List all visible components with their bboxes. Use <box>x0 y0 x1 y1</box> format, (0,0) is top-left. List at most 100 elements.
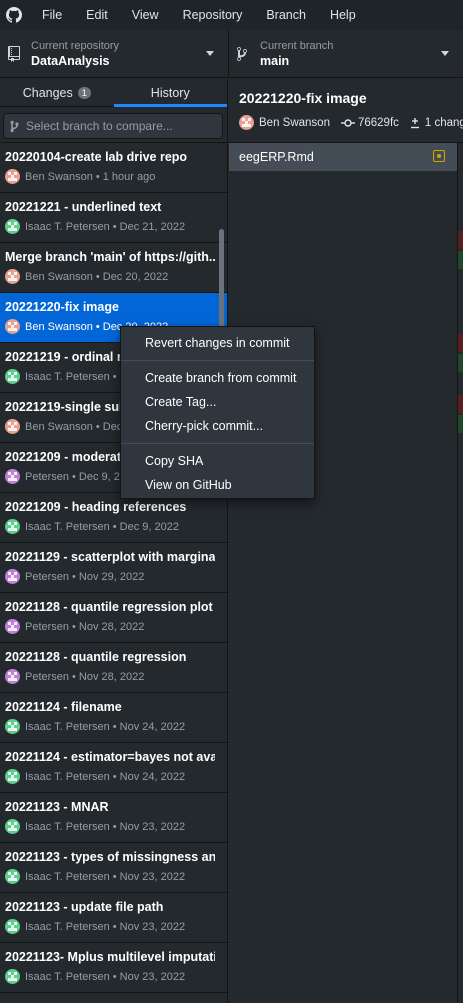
changed-files-list: eegERP.Rmd <box>229 143 458 1003</box>
commit-row[interactable]: 20221221 - underlined text Isaac T. Peter… <box>0 193 227 243</box>
menu-item-view-on-github[interactable]: View on GitHub <box>121 473 314 497</box>
commit-time: Nov 23, 2022 <box>119 870 186 883</box>
commit-row[interactable]: 20221128 - quantile regression Petersen •… <box>0 643 227 693</box>
commit-row[interactable]: 20221123 - MNAR Isaac T. Petersen • Nov 2… <box>0 793 227 843</box>
current-repository-button[interactable]: Current repository DataAnalysis <box>0 30 229 78</box>
commit-detail-title: 20221220-fix image <box>239 90 367 106</box>
commit-detail-header: 20221220-fix image Ben Swanson 76629fc 1… <box>229 79 463 143</box>
avatar <box>5 219 20 234</box>
avatar <box>5 319 20 334</box>
menu-view[interactable]: View <box>120 0 171 30</box>
commit-row[interactable]: Merge branch 'main' of https://gith... Be… <box>0 243 227 293</box>
menu-item-create-branch[interactable]: Create branch from commit <box>121 366 314 390</box>
avatar <box>5 569 20 584</box>
menu-repository[interactable]: Repository <box>171 0 255 30</box>
commit-meta: Ben Swanson • 1 hour ago <box>5 169 220 184</box>
avatar <box>5 269 20 284</box>
menu-help[interactable]: Help <box>318 0 368 30</box>
commit-title: 20221221 - underlined text <box>5 200 162 214</box>
commit-meta: Isaac T. Petersen • Nov 23, 2022 <box>5 919 220 934</box>
menu-edit[interactable]: Edit <box>74 0 120 30</box>
commit-time: Nov 24, 2022 <box>119 720 186 733</box>
branch-icon <box>10 120 19 133</box>
current-branch-button[interactable]: Current branch main <box>229 30 463 78</box>
diff-added-marker <box>458 354 463 372</box>
commit-title: 20221209 - heading references <box>5 500 187 514</box>
avatar <box>5 369 20 384</box>
commit-title: 20221128 - quantile regression plot <box>5 600 213 614</box>
commit-author: Ben Swanson <box>25 270 93 283</box>
commit-author: Isaac T. Petersen <box>25 970 110 983</box>
menu-divider <box>121 443 314 444</box>
commit-author: Isaac T. Petersen <box>25 220 110 233</box>
commit-row[interactable]: 20221123 - update file path Isaac T. Pete… <box>0 893 227 943</box>
menu-branch[interactable]: Branch <box>254 0 318 30</box>
menu-divider <box>121 360 314 361</box>
commit-row[interactable]: 20220104-create lab drive repo Ben Swanso… <box>0 143 227 193</box>
avatar <box>5 819 20 834</box>
meta-separator: • <box>72 620 76 633</box>
commit-time: Nov 24, 2022 <box>119 770 186 783</box>
tab-history[interactable]: History <box>113 79 228 107</box>
menu-item-create-tag[interactable]: Create Tag... <box>121 390 314 414</box>
meta-separator: • <box>72 470 76 483</box>
compare-branch-input[interactable]: Select branch to compare... <box>3 113 223 139</box>
commit-row[interactable]: 20221129 - scatterplot with marginal... P… <box>0 543 227 593</box>
commit-detail-meta: Ben Swanson 76629fc 1 change <box>239 115 463 130</box>
commit-row[interactable]: 20221123- Mplus multilevel imputati... Is… <box>0 943 227 993</box>
history-sidebar: Changes 1 History Select branch to compa… <box>0 79 228 1003</box>
commit-context-menu: Revert changes in commit Create branch f… <box>120 326 315 499</box>
repo-name: DataAnalysis <box>31 54 110 68</box>
commit-row[interactable]: 20221123 - types of missingness and... Is… <box>0 843 227 893</box>
commit-row[interactable]: 20221124 - estimator=bayes not ava... Isa… <box>0 743 227 793</box>
commit-title: 20221123- Mplus multilevel imputati... <box>5 950 215 964</box>
commit-detail-author: Ben Swanson <box>259 116 330 129</box>
branch-label: Current branch <box>260 40 334 52</box>
commit-detail-pane: 20221220-fix image Ben Swanson 76629fc 1… <box>229 79 463 1003</box>
commit-author: Petersen <box>25 670 70 683</box>
commit-title: 20221123 - update file path <box>5 900 164 914</box>
meta-separator: • <box>112 720 117 733</box>
menu-item-cherry-pick[interactable]: Cherry-pick commit... <box>121 414 314 438</box>
commit-title: 20221124 - estimator=bayes not ava... <box>5 750 215 764</box>
avatar <box>5 769 20 784</box>
commit-detail-changes: 1 change <box>424 116 463 129</box>
menu-item-revert[interactable]: Revert changes in commit <box>121 331 314 355</box>
repo-icon <box>8 46 22 62</box>
commit-author: Petersen <box>25 470 70 483</box>
commit-time: Nov 28, 2022 <box>78 620 145 633</box>
tab-changes-label: Changes <box>22 85 73 100</box>
diff-added-marker <box>458 251 463 269</box>
meta-separator: • <box>95 320 100 333</box>
branch-icon <box>237 46 251 62</box>
meta-separator: • <box>112 770 117 783</box>
branch-name: main <box>260 54 290 68</box>
file-row[interactable]: eegERP.Rmd <box>229 143 457 171</box>
menu-file[interactable]: File <box>38 0 74 30</box>
meta-separator: • <box>112 870 117 883</box>
commit-author: Isaac T. Petersen <box>25 520 110 533</box>
meta-separator: • <box>112 370 117 383</box>
commit-row[interactable]: 20221128 - quantile regression plot Peter… <box>0 593 227 643</box>
repo-label: Current repository <box>31 40 120 52</box>
meta-separator: • <box>112 970 117 983</box>
diff-removed-marker <box>458 395 463 413</box>
avatar <box>5 469 20 484</box>
commit-row[interactable]: 20221209 - heading references Isaac T. Pe… <box>0 493 227 543</box>
commit-title: 20221128 - quantile regression <box>5 650 187 664</box>
commit-title: Merge branch 'main' of https://gith... <box>5 250 215 264</box>
avatar <box>5 919 20 934</box>
commit-detail-sha[interactable]: 76629fc <box>358 117 399 129</box>
commit-author: Isaac T. Petersen <box>25 870 110 883</box>
menu-item-copy-sha[interactable]: Copy SHA <box>121 449 314 473</box>
tab-changes[interactable]: Changes 1 <box>0 79 114 106</box>
commit-meta: Isaac T. Petersen • Nov 24, 2022 <box>5 769 220 784</box>
meta-separator: • <box>112 520 117 533</box>
toolbar: Current repository DataAnalysis Current … <box>0 30 463 78</box>
commit-author: Ben Swanson <box>25 420 93 433</box>
diff-icon <box>410 117 420 129</box>
commit-row[interactable]: 20221124 - filename Isaac T. Petersen • N… <box>0 693 227 743</box>
commit-title: 20221124 - filename <box>5 700 122 714</box>
commit-author: Isaac T. Petersen <box>25 720 110 733</box>
meta-separator: • <box>95 420 100 433</box>
